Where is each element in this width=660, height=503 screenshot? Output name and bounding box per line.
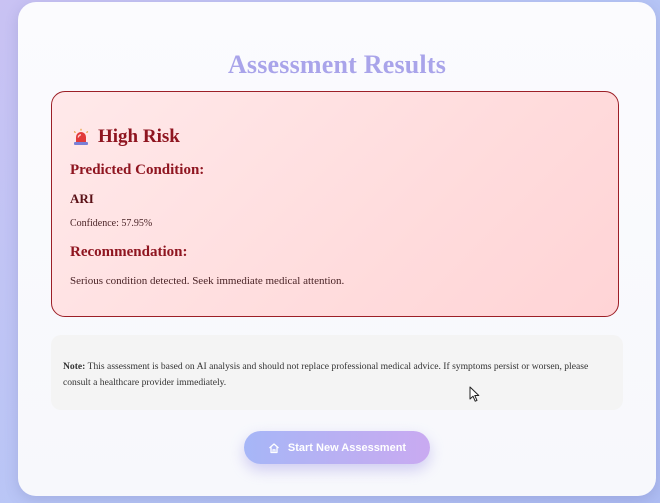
- recommendation-heading: Recommendation:: [70, 244, 188, 260]
- note-label: Note:: [63, 361, 86, 372]
- confidence-text: Confidence: 57.95%: [70, 218, 153, 229]
- risk-heading: High Risk: [72, 126, 180, 148]
- start-new-assessment-button[interactable]: Start New Assessment: [244, 431, 430, 464]
- home-icon: [268, 442, 280, 454]
- risk-level: High Risk: [98, 126, 180, 147]
- predicted-condition-heading: Predicted Condition:: [70, 162, 205, 178]
- note-body: This assessment is based on AI analysis …: [63, 361, 589, 388]
- results-card: Assessment Results High Risk Predicted C…: [18, 2, 656, 496]
- siren-icon: [72, 128, 90, 146]
- disclaimer-note: Note: This assessment is based on AI ana…: [51, 335, 623, 410]
- risk-result-panel: High Risk Predicted Condition: ARI Confi…: [51, 91, 619, 317]
- mouse-pointer-icon: [469, 386, 481, 403]
- predicted-condition-value: ARI: [70, 191, 94, 206]
- page-title: Assessment Results: [227, 50, 447, 79]
- disclaimer-text: Note: This assessment is based on AI ana…: [63, 359, 603, 391]
- recommendation-text: Serious condition detected. Seek immedia…: [70, 275, 345, 287]
- start-new-assessment-label: Start New Assessment: [287, 441, 407, 454]
